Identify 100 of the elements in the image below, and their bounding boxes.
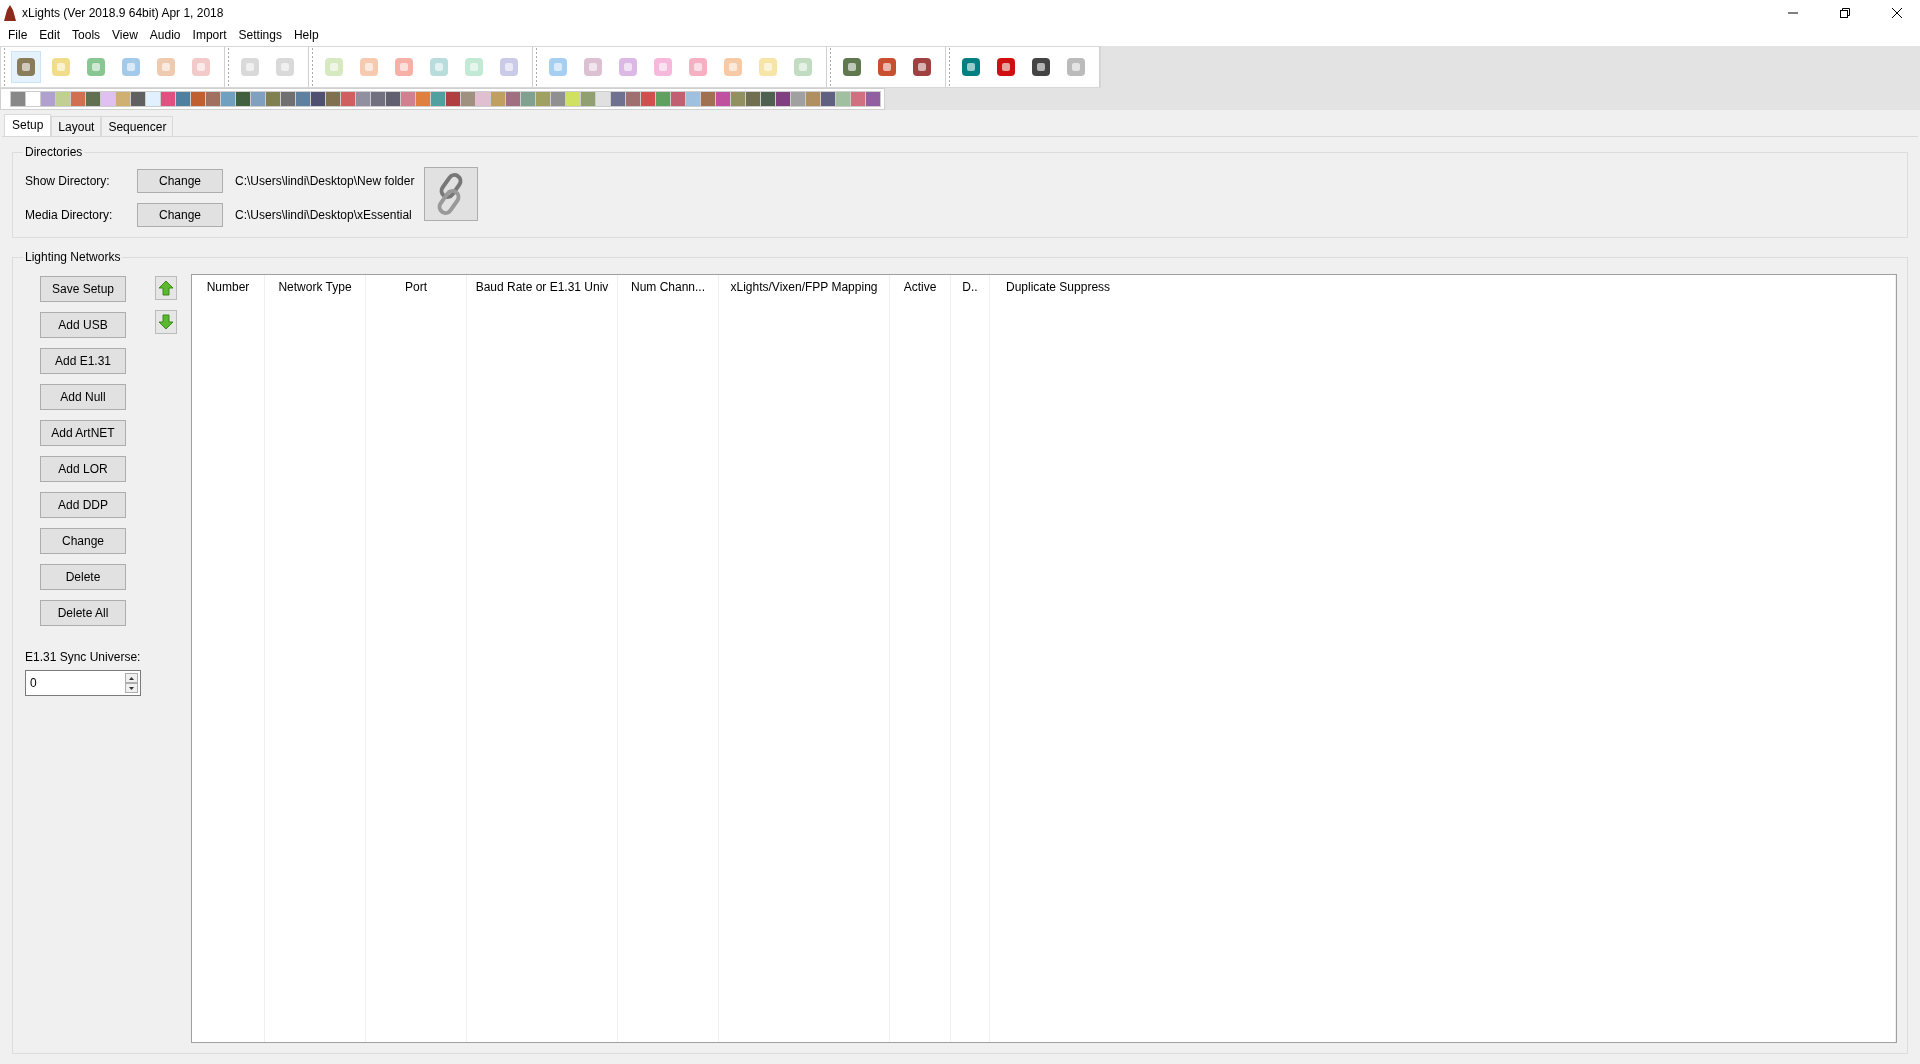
effect-button[interactable]	[536, 92, 550, 106]
effect-button[interactable]	[236, 92, 250, 106]
effect-button[interactable]	[491, 92, 505, 106]
change-button[interactable]: Change	[137, 169, 223, 193]
effect-button[interactable]	[116, 92, 130, 106]
column-header[interactable]: Duplicate Suppress	[1006, 280, 1111, 294]
effect-button[interactable]	[626, 92, 640, 106]
tab[interactable]: Setup	[4, 114, 52, 136]
effect-button[interactable]	[416, 92, 430, 106]
effect-button[interactable]	[251, 92, 265, 106]
effect-button[interactable]	[206, 92, 220, 106]
network-button[interactable]: Delete All	[40, 600, 126, 626]
effect-button[interactable]	[101, 92, 115, 106]
effect-button[interactable]	[56, 92, 70, 106]
effect-button[interactable]	[221, 92, 235, 106]
effect-button[interactable]	[26, 92, 40, 106]
network-button[interactable]: Add LOR	[40, 456, 126, 482]
effect-button[interactable]	[356, 92, 370, 106]
menu-item[interactable]: Import	[186, 26, 233, 44]
effect-button[interactable]	[476, 92, 490, 106]
effect-button[interactable]	[431, 92, 445, 106]
effect-button[interactable]	[836, 92, 850, 106]
menu-item[interactable]: Settings	[232, 26, 288, 44]
effect-button[interactable]	[596, 92, 610, 106]
spin-down-button[interactable]	[125, 683, 138, 693]
network-button[interactable]: Add Null	[40, 384, 126, 410]
move-up-button[interactable]	[155, 276, 177, 300]
effect-button[interactable]	[296, 92, 310, 106]
change-button[interactable]: Change	[137, 203, 223, 227]
effect-button[interactable]	[641, 92, 655, 106]
effect-button[interactable]	[521, 92, 535, 106]
effect-button[interactable]	[371, 92, 385, 106]
effect-button[interactable]	[161, 92, 175, 106]
effect-button[interactable]	[446, 92, 460, 106]
effect-button[interactable]	[806, 92, 820, 106]
menu-item[interactable]: Edit	[33, 26, 67, 44]
move-down-button[interactable]	[155, 310, 177, 334]
effect-button[interactable]	[671, 92, 685, 106]
effect-button[interactable]	[11, 92, 25, 106]
effect-button[interactable]	[281, 92, 295, 106]
network-button[interactable]: Add USB	[40, 312, 126, 338]
restore-icon	[1840, 8, 1850, 18]
column-header[interactable]: Active	[903, 280, 937, 294]
effect-button[interactable]	[146, 92, 160, 106]
link-button[interactable]	[424, 167, 479, 221]
effect-button[interactable]	[581, 92, 595, 106]
spin-up-button[interactable]	[125, 673, 138, 683]
effect-button[interactable]	[311, 92, 325, 106]
effect-button[interactable]	[176, 92, 190, 106]
effect-button[interactable]	[566, 92, 580, 106]
effect-button[interactable]	[71, 92, 85, 106]
effect-button[interactable]	[191, 92, 205, 106]
effect-button[interactable]	[386, 92, 400, 106]
effect-button[interactable]	[611, 92, 625, 106]
sync-universe-spinner[interactable]: 0	[25, 670, 141, 696]
effect-button[interactable]	[701, 92, 715, 106]
effect-button[interactable]	[656, 92, 670, 106]
network-button[interactable]: Add ArtNET	[40, 420, 126, 446]
menu-item[interactable]: Help	[287, 26, 325, 44]
effect-button[interactable]	[746, 92, 760, 106]
effect-button[interactable]	[716, 92, 730, 106]
sync-universe-input[interactable]: 0	[26, 676, 124, 690]
column-header[interactable]: D..	[962, 280, 978, 294]
network-button[interactable]: Change	[40, 528, 126, 554]
menu-item[interactable]: Audio	[143, 26, 187, 44]
column-header[interactable]: Port	[405, 280, 427, 294]
effect-button[interactable]	[461, 92, 475, 106]
column-header[interactable]: Number	[206, 280, 250, 294]
effect-button[interactable]	[341, 92, 355, 106]
effect-button[interactable]	[86, 92, 100, 106]
effect-button[interactable]	[686, 92, 700, 106]
tab[interactable]: Sequencer	[101, 116, 174, 136]
network-button[interactable]: Save Setup	[40, 276, 126, 302]
effect-button[interactable]	[866, 92, 880, 106]
effect-button[interactable]	[851, 92, 865, 106]
column-header[interactable]: Network Type	[278, 280, 352, 294]
menu-item[interactable]: File	[2, 26, 34, 44]
network-button[interactable]: Delete	[40, 564, 126, 590]
effect-button[interactable]	[761, 92, 775, 106]
menu-item[interactable]: View	[106, 26, 144, 44]
effect-button[interactable]	[551, 92, 565, 106]
effect-button[interactable]	[266, 92, 280, 106]
app-logo-icon	[4, 5, 16, 21]
column-header[interactable]: Num Chann...	[630, 280, 705, 294]
effect-button[interactable]	[506, 92, 520, 106]
network-button[interactable]: Add E1.31	[40, 348, 126, 374]
tab[interactable]: Layout	[51, 116, 102, 136]
column-header[interactable]: Baud Rate or E1.31 Univ	[475, 280, 609, 294]
effect-button[interactable]	[401, 92, 415, 106]
effect-button[interactable]	[326, 92, 340, 106]
down-caret-icon	[129, 686, 134, 690]
network-button[interactable]: Add DDP	[40, 492, 126, 518]
effect-button[interactable]	[41, 92, 55, 106]
effect-button[interactable]	[731, 92, 745, 106]
effect-button[interactable]	[131, 92, 145, 106]
effect-button[interactable]	[776, 92, 790, 106]
effect-button[interactable]	[791, 92, 805, 106]
column-header[interactable]: xLights/Vixen/FPP Mapping	[730, 280, 878, 294]
effect-button[interactable]	[821, 92, 835, 106]
menu-item[interactable]: Tools	[66, 26, 107, 44]
